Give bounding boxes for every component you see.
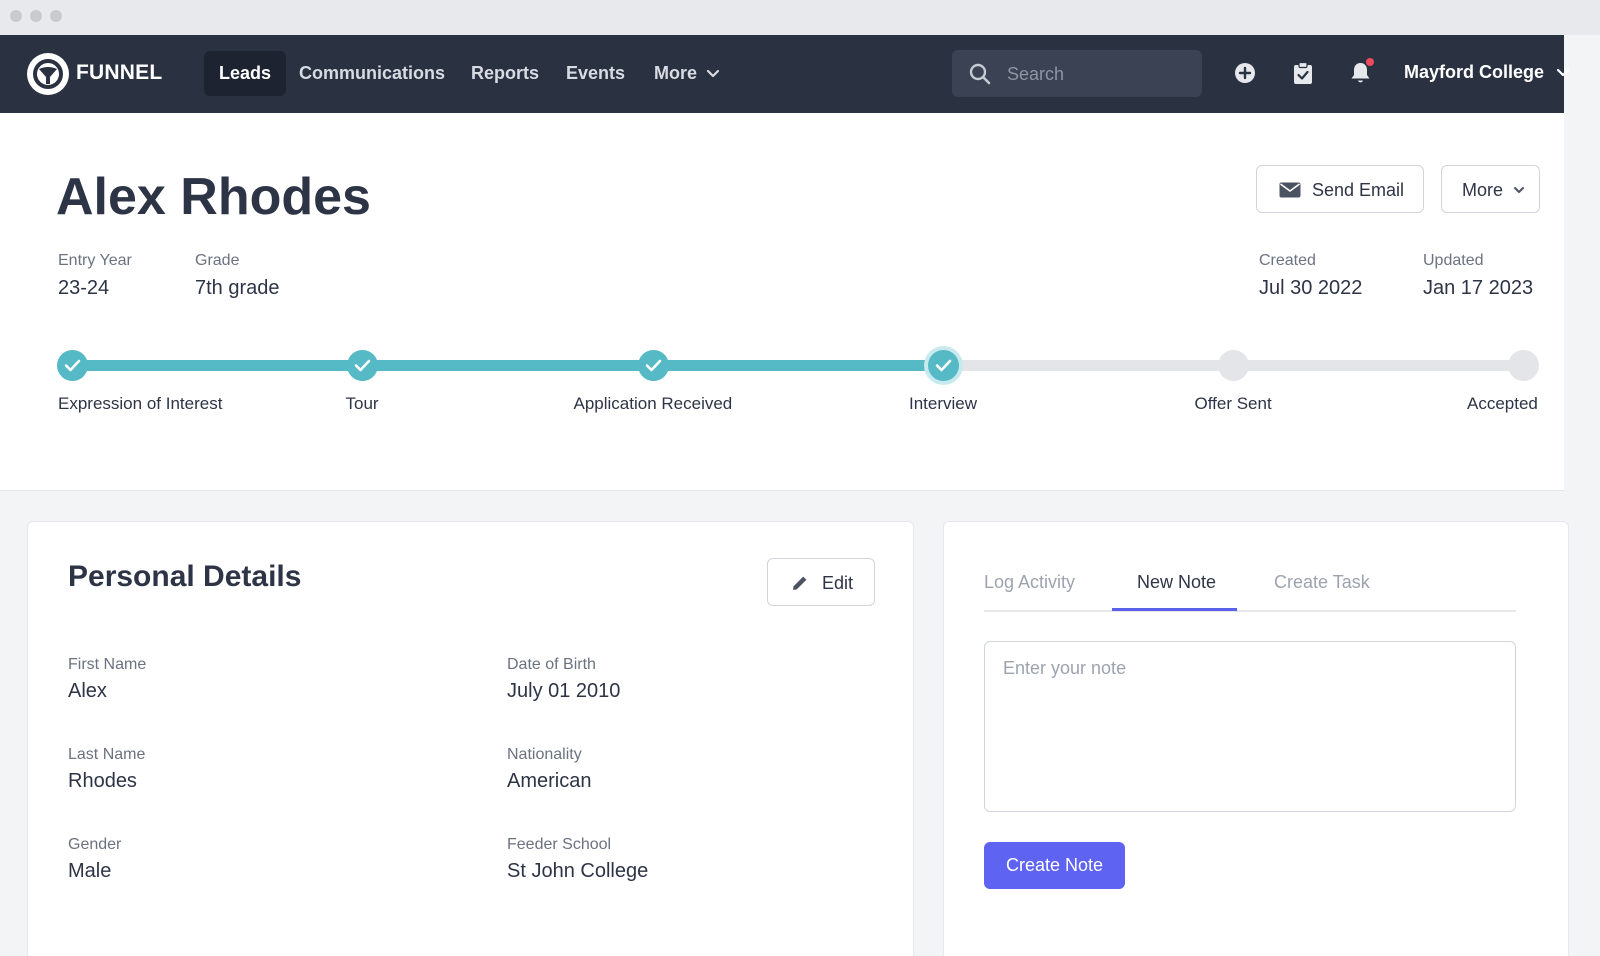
check-icon: [935, 359, 951, 372]
check-icon: [645, 359, 661, 372]
pipeline-stage-node[interactable]: [1507, 350, 1539, 381]
window-close-control[interactable]: [10, 10, 22, 22]
pipeline-stage-label: Expression of Interest: [58, 394, 223, 413]
lead-header: Alex Rhodes Send Email More Entry Year 2…: [0, 113, 1564, 491]
pipeline-stage-node[interactable]: [1217, 350, 1249, 381]
nationality-value: American: [507, 770, 592, 792]
first-name-label: First Name: [68, 656, 147, 673]
edit-button[interactable]: Edit: [767, 558, 875, 606]
note-input[interactable]: [984, 641, 1516, 812]
last-name-value: Rhodes: [68, 770, 137, 792]
search-icon: [969, 63, 991, 85]
funnel-logo-icon[interactable]: [27, 53, 69, 95]
search-box[interactable]: Search: [952, 50, 1202, 97]
edit-label: Edit: [822, 573, 854, 593]
brand-name[interactable]: FUNNEL: [76, 61, 162, 85]
create-note-button[interactable]: Create Note: [984, 842, 1125, 889]
tab-create-task[interactable]: Create Task: [1274, 572, 1370, 593]
nationality-label: Nationality: [507, 746, 582, 763]
check-icon: [354, 359, 370, 372]
nav-more[interactable]: More: [654, 51, 697, 96]
pipeline-stage-node[interactable]: [56, 350, 88, 381]
pipeline-stage-label: Application Received: [573, 394, 733, 413]
pipeline-stage-node[interactable]: [637, 350, 669, 381]
activity-card: Log Activity New Note Create Task Create…: [943, 521, 1569, 956]
date-of-birth-label: Date of Birth: [507, 656, 596, 673]
pipeline-progress: Expression of Interest Tour Application Re…: [0, 113, 1564, 491]
top-nav: FUNNEL Leads Communications Reports Even…: [0, 35, 1570, 113]
gender-value: Male: [68, 860, 112, 882]
nav-events[interactable]: Events: [566, 51, 625, 96]
window-titlebar: [0, 0, 1600, 35]
personal-details-card: Personal Details Edit First Name Alex Da…: [27, 521, 914, 956]
chevron-down-icon[interactable]: [1556, 68, 1570, 78]
pipeline-stage-label: Offer Sent: [1194, 394, 1272, 413]
last-name-label: Last Name: [68, 746, 146, 763]
nav-communications[interactable]: Communications: [299, 51, 445, 96]
pipeline-stage-node[interactable]: [346, 350, 378, 381]
pipeline-stage-label: Accepted: [1467, 394, 1538, 413]
tabs-divider: [984, 610, 1516, 612]
card-title: Personal Details: [68, 560, 302, 593]
pipeline-stage-label: Tour: [345, 394, 379, 413]
nav-more-chevron-icon[interactable]: [706, 69, 720, 79]
organization-switcher[interactable]: Mayford College: [1404, 62, 1544, 83]
window-maximize-control[interactable]: [50, 10, 62, 22]
active-tab-indicator: [1112, 608, 1237, 611]
nav-leads[interactable]: Leads: [204, 51, 287, 96]
window-minimize-control[interactable]: [30, 10, 42, 22]
tasks-clipboard-icon[interactable]: [1293, 62, 1313, 85]
tab-log-activity[interactable]: Log Activity: [984, 572, 1075, 593]
pipeline-stage-node[interactable]: [927, 350, 959, 381]
notification-badge: [1366, 58, 1374, 66]
check-icon: [64, 359, 80, 372]
add-icon[interactable]: [1234, 62, 1256, 84]
pipeline-progress-fill: [72, 360, 943, 371]
first-name-value: Alex: [68, 680, 107, 702]
date-of-birth-value: July 01 2010: [507, 680, 621, 702]
tab-new-note[interactable]: New Note: [1137, 572, 1216, 593]
nav-reports[interactable]: Reports: [471, 51, 539, 96]
pipeline-stage-label: Interview: [909, 394, 978, 413]
pencil-icon: [793, 576, 807, 590]
feeder-school-value: St John College: [507, 860, 649, 882]
feeder-school-label: Feeder School: [507, 836, 612, 853]
search-input[interactable]: Search: [1007, 64, 1064, 85]
gender-label: Gender: [68, 836, 122, 853]
